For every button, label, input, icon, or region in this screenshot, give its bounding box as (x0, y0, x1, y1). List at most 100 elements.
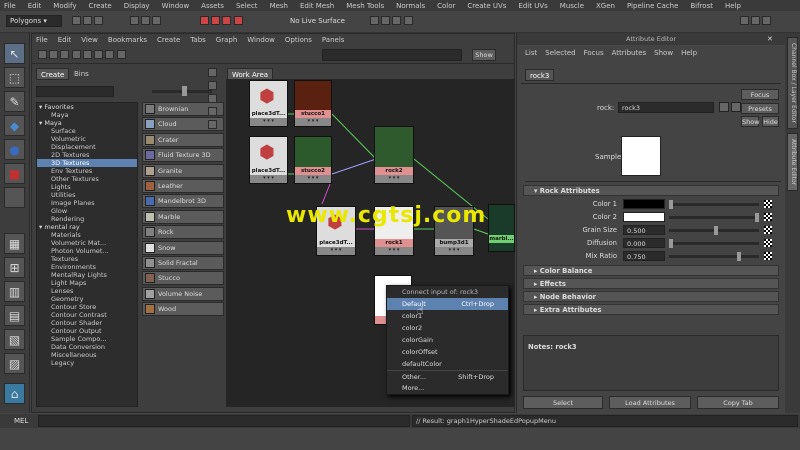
node-place3d-2[interactable]: ⬢ place3dT... ▾ ▾ ▾ (249, 136, 288, 184)
collapsed-section[interactable]: ▸ Effects (523, 278, 779, 289)
node-ports-bar[interactable]: ▾ ▾ ▾ (295, 175, 331, 183)
notes-area[interactable]: Notes: rock3 (523, 335, 779, 391)
tree-item[interactable]: Contour Store (37, 303, 137, 311)
menu-mesh-tools[interactable]: Mesh Tools (346, 2, 384, 10)
graph-upstream-icon[interactable] (38, 50, 47, 59)
tree-item[interactable]: Utilities (37, 191, 137, 199)
popup-item[interactable]: More... (387, 382, 508, 394)
rotate-tool-icon[interactable]: ● (4, 139, 25, 160)
mode-selector[interactable]: Polygons ▾ (6, 15, 62, 27)
hypershade-layout-icon[interactable]: ⌂ (4, 383, 25, 404)
layout-single-icon[interactable]: ▦ (4, 233, 25, 254)
collapsed-section[interactable]: ▸ Color Balance (523, 265, 779, 276)
map-button-icon[interactable] (764, 252, 772, 260)
tree-item[interactable]: Sample Compo... (37, 335, 137, 343)
color-swatch[interactable] (623, 212, 665, 222)
copy-tab-button[interactable]: Copy Tab (697, 396, 779, 409)
menu-help[interactable]: Help (725, 2, 741, 10)
tree-item[interactable]: Displacement (37, 143, 137, 151)
tree-item[interactable]: 2D Textures (37, 151, 137, 159)
slider-handle[interactable] (755, 213, 759, 222)
menu-muscle[interactable]: Muscle (560, 2, 584, 10)
popup-item[interactable]: colorOffset (387, 346, 508, 358)
close-icon[interactable]: ✕ (767, 35, 773, 43)
menu-select[interactable]: Select (236, 2, 258, 10)
snap-curve-icon[interactable] (211, 16, 221, 25)
ae-menu-list[interactable]: List (525, 49, 537, 57)
add-tab-icon[interactable] (208, 68, 217, 77)
menu-create-uvs[interactable]: Create UVs (467, 2, 506, 10)
menu-display[interactable]: Display (124, 2, 150, 10)
layout-persp-icon[interactable]: ▤ (4, 305, 25, 326)
snap-point-icon[interactable] (222, 16, 232, 25)
tree-item[interactable]: Textures (37, 255, 137, 263)
node-place3d-1[interactable]: ⬢ place3dT... ▾ ▾ ▾ (249, 80, 288, 127)
layout-four-icon[interactable]: ⊞ (4, 257, 25, 278)
node-marble[interactable]: marbl... (488, 204, 515, 252)
attr-value-field[interactable]: 0.000 (623, 238, 665, 248)
hs-menu-graph[interactable]: Graph (216, 36, 237, 44)
channel-box-icon[interactable] (751, 16, 761, 25)
frame-selected-icon[interactable] (105, 50, 115, 59)
select-component-icon[interactable] (152, 16, 162, 25)
snap-plane-icon[interactable] (233, 16, 243, 25)
hs-menu-create[interactable]: Create (157, 36, 180, 44)
attr-value-field[interactable]: 0.500 (623, 225, 665, 235)
menu-color[interactable]: Color (437, 2, 455, 10)
load-attributes-button[interactable]: Load Attributes (609, 396, 691, 409)
save-scene-icon[interactable] (94, 16, 104, 25)
show-button[interactable]: Show (741, 116, 760, 127)
command-input[interactable] (38, 415, 410, 427)
hypershade-icon[interactable] (403, 16, 413, 25)
map-button-icon[interactable] (764, 213, 772, 221)
tree-item[interactable]: Surface (37, 127, 137, 135)
node-stucco2[interactable]: stucco2 ▾ ▾ ▾ (294, 136, 332, 184)
tree-item[interactable]: Materials (37, 231, 137, 239)
tree-item[interactable]: Image Planes (37, 199, 137, 207)
menu-window[interactable]: Window (162, 2, 190, 10)
tree-item[interactable]: Glow (37, 207, 137, 215)
layout-graph-icon[interactable]: ▨ (4, 353, 25, 374)
hs-menu-view[interactable]: View (81, 36, 98, 44)
scale-tool-icon[interactable]: ■ (4, 163, 25, 184)
new-scene-icon[interactable] (72, 16, 81, 25)
tree-item[interactable]: 3D Textures (37, 159, 137, 167)
map-button-icon[interactable] (764, 200, 772, 208)
node-name-field[interactable]: rock3 (618, 102, 714, 113)
tab-create[interactable]: Create (36, 68, 70, 80)
select-hierarchy-icon[interactable] (130, 16, 139, 25)
move-tool-icon[interactable]: ◆ (4, 115, 25, 136)
map-button-icon[interactable] (764, 239, 772, 247)
tree-item[interactable]: Maya (37, 111, 137, 119)
hs-menu-file[interactable]: File (36, 36, 48, 44)
node-ports-bar[interactable]: ▾ ▾ ▾ (250, 175, 287, 183)
layout-two-icon[interactable]: ▥ (4, 281, 25, 302)
rock-attributes-section[interactable]: ▾ Rock Attributes (523, 185, 779, 196)
tree-item[interactable]: Rendering (37, 215, 137, 223)
menu-pipeline-cache[interactable]: Pipeline Cache (627, 2, 678, 10)
ae-menu-focus[interactable]: Focus (584, 49, 604, 57)
render-settings-icon[interactable] (392, 16, 402, 25)
node-ports-bar[interactable]: ▾ ▾ ▾ (435, 247, 473, 255)
tree-item[interactable]: Contour Shader (37, 319, 137, 327)
tree-item[interactable]: Geometry (37, 295, 137, 303)
presets-button[interactable]: Presets (741, 103, 779, 114)
live-surface-label[interactable]: No Live Surface (290, 17, 345, 25)
attribute-editor-tab[interactable]: Attribute Editor (787, 133, 798, 191)
hide-button[interactable]: Hide (762, 116, 779, 127)
graph-both-icon[interactable] (49, 50, 59, 59)
tree-item[interactable]: Lights (37, 183, 137, 191)
modeling-toolkit-icon[interactable] (740, 16, 749, 25)
layout-outliner-icon[interactable]: ▧ (4, 329, 25, 350)
go-to-output-icon[interactable] (731, 102, 741, 112)
slider-handle[interactable] (669, 239, 673, 248)
menu-xgen[interactable]: XGen (596, 2, 615, 10)
paint-tool-icon[interactable]: ✎ (4, 91, 25, 112)
lasso-tool-icon[interactable]: ⬚ (4, 67, 25, 88)
tree-item[interactable]: Contour Contrast (37, 311, 137, 319)
remove-tab-icon[interactable] (208, 81, 217, 90)
menu-file[interactable]: File (4, 2, 16, 10)
icon-size-handle[interactable] (182, 86, 187, 96)
menu-create[interactable]: Create (88, 2, 111, 10)
color-swatch[interactable] (623, 199, 665, 209)
